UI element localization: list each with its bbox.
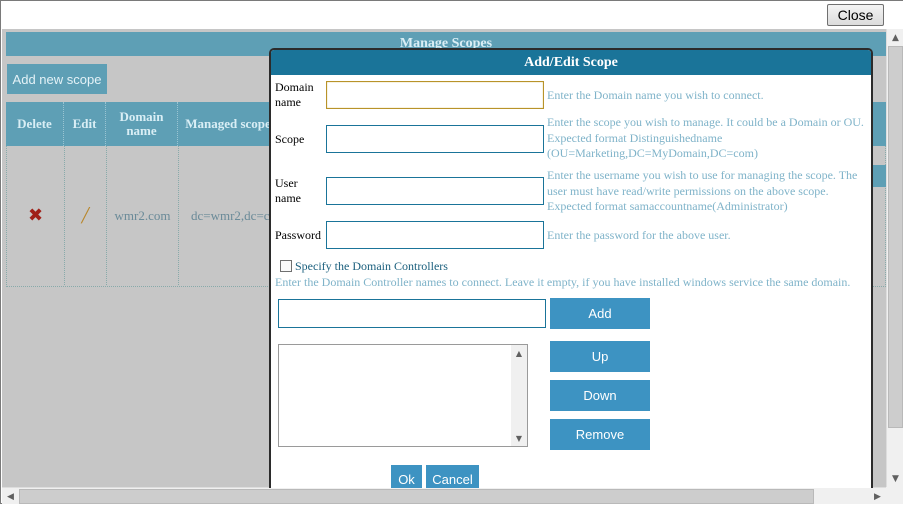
horizontal-scrollbar[interactable]: ◀ ▶	[2, 487, 886, 504]
domain-cell: wmr2.com	[107, 146, 179, 285]
column-header: Edit	[64, 102, 106, 146]
close-button[interactable]: Close	[827, 4, 884, 26]
list-scroll-up-icon[interactable]: ▲	[511, 346, 527, 360]
remove-button[interactable]: Remove	[550, 419, 650, 450]
specify-dc-label[interactable]: Specify the Domain Controllers	[295, 259, 448, 274]
domain-name-input[interactable]	[326, 81, 544, 109]
specify-dc-checkbox[interactable]	[280, 260, 292, 272]
scrollbar-thumb[interactable]	[19, 489, 814, 504]
scroll-up-icon[interactable]: ▲	[887, 29, 903, 46]
domain-controller-list[interactable]: ▲ ▼	[278, 344, 528, 447]
edit-cell[interactable]: ╱	[65, 146, 107, 285]
ok-button[interactable]: Ok	[391, 465, 422, 488]
pencil-icon[interactable]: ╱	[81, 208, 89, 224]
user-name-input[interactable]	[326, 177, 544, 205]
scroll-right-icon[interactable]: ▶	[869, 488, 886, 505]
column-header: Delete	[6, 102, 64, 146]
cancel-button[interactable]: Cancel	[426, 465, 479, 488]
up-button[interactable]: Up	[550, 341, 650, 372]
scrollbar-corner	[886, 487, 903, 504]
vertical-scrollbar[interactable]: ▲ ▼	[886, 29, 903, 487]
scope-label: Scope	[275, 132, 305, 146]
user-name-hint: Enter the username you wish to use for m…	[547, 168, 858, 213]
password-hint: Enter the password for the above user.	[547, 228, 731, 242]
scope-cell: dc=wmr2,dc=co	[191, 207, 277, 223]
domain-hint: Enter the Domain name you wish to connec…	[547, 88, 764, 102]
window-topbar: Close	[1, 1, 903, 29]
add-button[interactable]: Add	[550, 298, 650, 329]
delete-cell[interactable]: ✖	[7, 146, 65, 285]
column-header: Domain name	[106, 102, 178, 146]
delete-x-icon[interactable]: ✖	[28, 205, 43, 226]
domain-name-label: Domain name	[275, 80, 314, 109]
add-new-scope-button[interactable]: Add new scope	[7, 64, 107, 94]
list-scroll-down-icon[interactable]: ▼	[511, 431, 527, 445]
add-edit-scope-dialog: Add/Edit Scope Domain name Enter the Dom…	[269, 48, 873, 488]
domain-controller-input[interactable]	[278, 299, 546, 328]
scroll-left-icon[interactable]: ◀	[2, 488, 19, 505]
password-label: Password	[275, 228, 322, 242]
user-name-label: User name	[275, 176, 301, 205]
list-scrollbar[interactable]: ▲ ▼	[511, 345, 527, 446]
scope-input[interactable]	[326, 125, 544, 153]
column-header: Managed scope	[185, 116, 271, 131]
password-input[interactable]	[326, 221, 544, 249]
scrollbar-thumb[interactable]	[888, 46, 903, 428]
down-button[interactable]: Down	[550, 380, 650, 411]
scroll-down-icon[interactable]: ▼	[887, 470, 903, 487]
dc-hint: Enter the Domain Controller names to con…	[275, 275, 851, 289]
scope-hint: Enter the scope you wish to manage. It c…	[547, 115, 864, 160]
dialog-title: Add/Edit Scope	[271, 50, 871, 75]
